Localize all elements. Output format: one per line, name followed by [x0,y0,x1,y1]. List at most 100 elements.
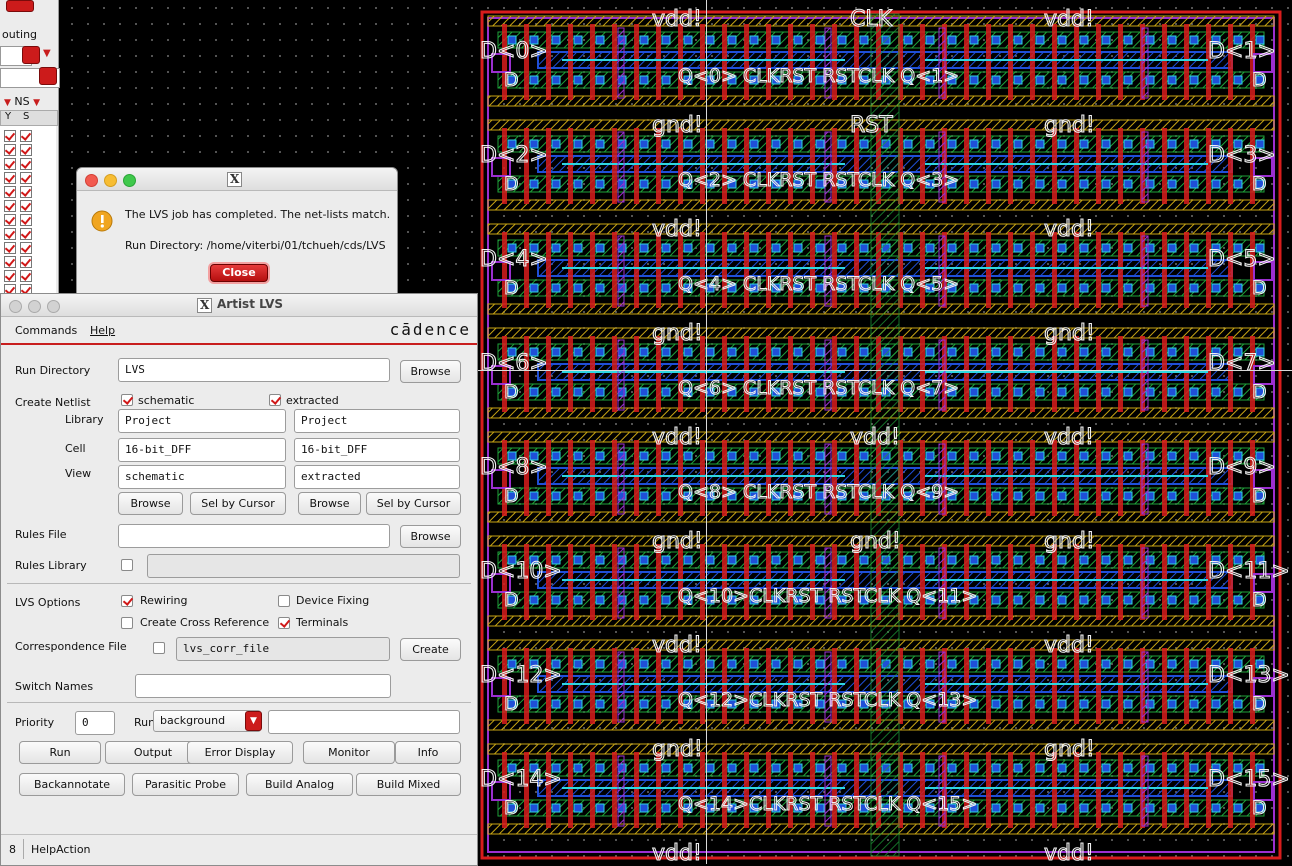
strip-y-checkbox[interactable] [4,270,16,282]
supply-label: vdd! [850,425,900,450]
strip-s-checkbox[interactable] [20,256,32,268]
strip-s-checkbox[interactable] [20,172,32,184]
rules-file-browse-button[interactable]: Browse [400,525,461,548]
strip-y-checkbox[interactable] [4,186,16,198]
rewiring-checkbox[interactable] [121,595,133,607]
cell-label: Cell [65,442,86,455]
strip-y-checkbox[interactable] [4,172,16,184]
build-mixed-button[interactable]: Build Mixed [356,773,461,796]
minimize-window-icon[interactable] [28,300,41,313]
check-table-header: Y S [0,110,58,126]
strip-y-checkbox[interactable] [4,242,16,254]
lvs-titlebar: X Artist LVS [1,294,477,317]
maximize-window-icon[interactable] [47,300,60,313]
layout-drawing[interactable]: vdd! CLK vdd! D<0> D<1> Q<0> CLKRST RSTCLK Q<… [478,6,1292,864]
schematic-library-input[interactable]: Project [118,409,286,433]
strip-s-checkbox[interactable] [20,242,32,254]
strip-s-checkbox[interactable] [20,228,32,240]
d-input-label: D<8> [480,455,548,480]
extracted-library-input[interactable]: Project [294,409,460,433]
d-input-label: D<1> [1208,39,1276,64]
close-button[interactable]: Close [210,264,268,282]
strip-s-checkbox[interactable] [20,158,32,170]
x11-logo-icon: X [227,172,243,187]
schematic-view-input[interactable]: schematic [118,465,286,489]
menu-help[interactable]: Help [90,324,115,337]
status-divider [23,839,24,859]
d-input-label: D<9> [1208,455,1276,480]
chevron-down-icon[interactable]: ▼ [245,711,262,731]
top-dropdown[interactable] [6,0,34,12]
backannotate-button[interactable]: Backannotate [19,773,125,796]
correspondence-checkbox[interactable] [153,642,165,654]
menu-commands[interactable]: Commands [15,324,77,337]
schematic-checkbox[interactable] [121,394,133,406]
strip-y-checkbox[interactable] [4,200,16,212]
monitor-button[interactable]: Monitor [303,741,395,764]
device-fixing-checkbox[interactable] [278,595,290,607]
status-bar: 8 HelpAction [1,834,477,865]
schematic-sel-by-cursor-button[interactable]: Sel by Cursor [190,492,286,515]
rules-file-input[interactable] [118,524,390,548]
extracted-sel-by-cursor-button[interactable]: Sel by Cursor [366,492,461,515]
extracted-checkbox[interactable] [269,394,281,406]
d-input-label: D<15> [1208,767,1290,792]
info-button[interactable]: Info [395,741,461,764]
extracted-cell-input[interactable]: 16-bit_DFF [294,438,460,462]
strip-s-checkbox[interactable] [20,270,32,282]
terminals-checkbox[interactable] [278,617,290,629]
second-dropdown[interactable] [39,67,57,85]
minimize-window-icon[interactable] [104,174,117,187]
correspondence-create-button[interactable]: Create [400,638,461,661]
strip-s-checkbox[interactable] [20,200,32,212]
supply-label: gnd! [1044,529,1095,554]
routing-dropdown[interactable] [22,46,40,64]
correspondence-file-input[interactable]: lvs_corr_file [176,637,390,661]
error-display-button[interactable]: Error Display [187,741,293,764]
run-button[interactable]: Run [19,741,101,764]
strip-y-checkbox[interactable] [4,214,16,226]
strip-y-checkbox[interactable] [4,130,16,142]
lvs-options-label: LVS Options [15,596,81,609]
cross-reference-label: Create Cross Reference [140,616,270,629]
extracted-view-input[interactable]: extracted [294,465,460,489]
supply-label: gnd! [652,529,703,554]
strip-y-checkbox[interactable] [4,144,16,156]
strip-s-checkbox[interactable] [20,144,32,156]
rules-library-checkbox[interactable] [121,559,133,571]
rules-library-input[interactable] [147,554,460,578]
check-table [0,126,56,296]
crosshair-vertical [706,0,707,864]
routing-label: outing [2,28,38,41]
d-input-label: D<4> [480,247,548,272]
rewiring-label: Rewiring [140,594,188,607]
pin-label: D [1252,485,1267,507]
d-input-label: D<10> [480,559,562,584]
strip-y-checkbox[interactable] [4,228,16,240]
strip-s-checkbox[interactable] [20,130,32,142]
build-analog-button[interactable]: Build Analog [246,773,353,796]
cross-reference-checkbox[interactable] [121,617,133,629]
strip-y-checkbox[interactable] [4,256,16,268]
schematic-browse-button[interactable]: Browse [118,492,183,515]
supply-label: vdd! [1044,633,1094,658]
close-window-icon[interactable] [85,174,98,187]
supply-label: vdd! [1044,425,1094,450]
schematic-cell-input[interactable]: 16-bit_DFF [118,438,286,462]
run-directory-browse-button[interactable]: Browse [400,360,461,383]
priority-input[interactable]: 0 [75,711,115,735]
switch-names-input[interactable] [135,674,391,698]
row-center-labels: Q<6> CLKRST RSTCLK Q<7> [678,377,959,399]
extracted-browse-button[interactable]: Browse [298,492,361,515]
row-center-labels: Q<12>CLKRST RSTCLK Q<13> [678,689,977,711]
run-directory-input[interactable]: LVS [118,358,390,382]
strip-s-checkbox[interactable] [20,186,32,198]
supply-label: vdd! [652,217,702,242]
maximize-window-icon[interactable] [123,174,136,187]
run-extra-input[interactable] [268,710,460,734]
view-label: View [65,467,92,480]
strip-s-checkbox[interactable] [20,214,32,226]
strip-y-checkbox[interactable] [4,158,16,170]
parasitic-probe-button[interactable]: Parasitic Probe [132,773,239,796]
close-window-icon[interactable] [9,300,22,313]
